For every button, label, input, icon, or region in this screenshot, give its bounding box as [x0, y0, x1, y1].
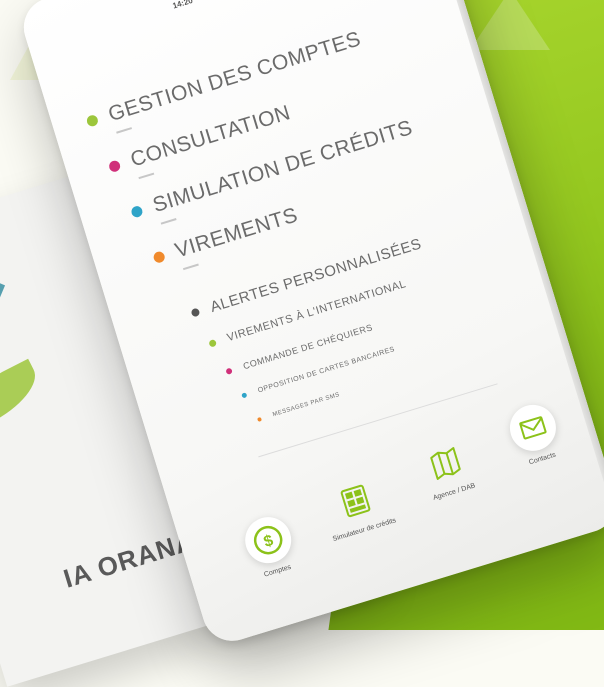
- tab-agence[interactable]: Agence / DAB: [396, 430, 498, 509]
- menu-item-gestion[interactable]: GESTION DES COMPTES: [83, 27, 364, 134]
- menu-dot-icon: [85, 113, 100, 128]
- menu-dot-icon: [152, 250, 167, 264]
- tab-comptes[interactable]: $ Comptes: [218, 505, 321, 588]
- map-icon: [430, 447, 461, 480]
- submenu-item-international[interactable]: VIREMENTS À L'INTERNATIONAL: [207, 278, 408, 350]
- menu-dot-icon: [130, 204, 144, 219]
- tab-icon-box: [419, 437, 471, 489]
- menu-dot-icon: [107, 159, 122, 174]
- submenu-dot-icon: [208, 338, 217, 348]
- leaf-decoration: [0, 238, 6, 341]
- submenu-dot-icon: [225, 367, 233, 375]
- menu-underline: [160, 218, 177, 225]
- tab-icon-circle: [504, 399, 562, 457]
- submenu-dot-icon: [241, 392, 248, 399]
- menu-item-label: GESTION DES COMPTES: [105, 27, 364, 127]
- tab-simulateur[interactable]: Simulateur de crédits: [306, 468, 408, 547]
- menu-underline: [116, 127, 132, 134]
- status-time: 14:20: [171, 0, 194, 11]
- decor-triangle: [470, 0, 550, 50]
- menu-underline: [182, 263, 199, 270]
- dollar-circle-icon: $: [253, 525, 283, 555]
- envelope-icon: [519, 416, 547, 440]
- tab-contacts[interactable]: Contacts: [483, 393, 586, 476]
- tab-icon-circle: $: [239, 511, 297, 569]
- tab-icon-box: [329, 475, 381, 527]
- leaf-decoration: [0, 358, 47, 436]
- submenu-item-sms[interactable]: MESSAGES PAR SMS: [257, 392, 341, 423]
- menu-item-label: VIREMENTS: [172, 203, 301, 263]
- submenu-item-label: MESSAGES PAR SMS: [272, 392, 341, 419]
- menu-item-simulation[interactable]: SIMULATION DE CRÉDITS: [128, 116, 416, 225]
- submenu-dot-icon: [190, 307, 201, 318]
- calculator-icon: [340, 484, 371, 518]
- submenu-dot-icon: [257, 416, 263, 422]
- svg-text:$: $: [262, 532, 276, 551]
- menu-underline: [138, 172, 155, 179]
